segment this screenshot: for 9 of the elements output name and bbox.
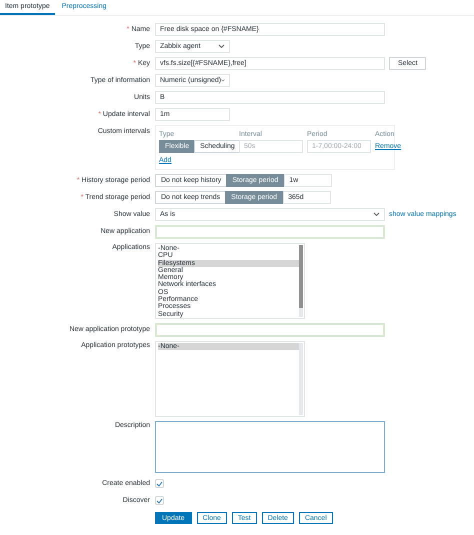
checkbox[interactable] xyxy=(155,496,164,505)
text-field[interactable] xyxy=(155,323,385,337)
chevron-down-icon xyxy=(373,212,380,217)
description-field[interactable] xyxy=(155,421,385,473)
text-field[interactable] xyxy=(155,225,385,239)
scrollbar[interactable] xyxy=(299,245,303,317)
checkbox[interactable] xyxy=(155,479,164,488)
chevron-down-icon xyxy=(218,44,225,49)
scrollbar[interactable] xyxy=(299,343,303,415)
